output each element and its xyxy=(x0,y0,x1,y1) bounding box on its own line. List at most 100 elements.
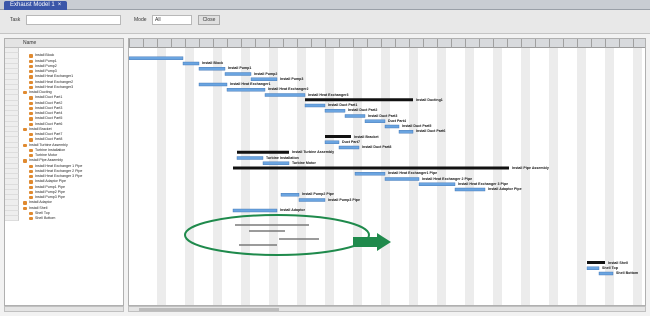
task-bar[interactable] xyxy=(226,88,266,92)
tree-header: Name xyxy=(5,39,123,48)
task-tree: Name Install Block Install Pump1 Install P… xyxy=(4,38,124,306)
task-icon xyxy=(23,91,27,95)
bar-label: Install Pump3 xyxy=(280,76,304,81)
summary-bar[interactable] xyxy=(305,98,413,102)
bar-label: Install Shell xyxy=(608,260,628,265)
bar-label: Install Duct Part6 xyxy=(416,129,446,134)
task-bar[interactable] xyxy=(236,156,264,160)
bar-label: Install Pump1 xyxy=(228,66,252,71)
task-icon xyxy=(29,175,33,179)
task-icon xyxy=(29,169,33,174)
bar-label: Turbine Motor xyxy=(292,160,316,165)
bar-label: Install Ducting1 xyxy=(416,97,443,102)
task-bar[interactable] xyxy=(198,67,226,71)
bar-label: Install Duct Part5 xyxy=(402,124,432,128)
task-bar[interactable] xyxy=(354,172,386,176)
task-icon xyxy=(29,164,33,168)
row-number-cell xyxy=(5,216,19,222)
summary-bar[interactable] xyxy=(233,166,509,170)
close-icon[interactable]: × xyxy=(58,2,62,8)
task-bar[interactable] xyxy=(182,61,200,66)
bar-label: Install Adaptor xyxy=(280,208,306,212)
task-icon xyxy=(23,206,27,210)
tree-row-label: Shell Bottom xyxy=(35,216,56,220)
task-icon xyxy=(29,154,33,158)
task-bar[interactable] xyxy=(364,119,386,123)
bar-label: Shell Top xyxy=(602,265,618,270)
task-icon xyxy=(29,64,33,69)
gantt-scrollbar[interactable] xyxy=(128,306,646,312)
task-icon xyxy=(29,106,33,111)
task-bar[interactable] xyxy=(250,77,278,81)
task-bar[interactable] xyxy=(298,198,326,202)
task-icon xyxy=(29,117,33,121)
task-bar[interactable] xyxy=(338,145,360,150)
task-bar[interactable] xyxy=(232,208,278,213)
task-bar[interactable] xyxy=(264,93,306,97)
task-bar[interactable] xyxy=(198,82,228,87)
tree-scrollbar[interactable] xyxy=(4,306,124,312)
task-bar[interactable] xyxy=(344,114,366,118)
task-icon xyxy=(29,133,33,137)
task-bar[interactable] xyxy=(598,271,614,276)
task-icon xyxy=(23,201,27,205)
task-icon xyxy=(29,59,33,63)
bar-label: Install Heat Exchanger 3 Pipe xyxy=(458,181,509,186)
task-bar[interactable] xyxy=(280,193,300,197)
tree-body: Install Block Install Pump1 Install Pump2 I… xyxy=(5,48,123,222)
task-bar[interactable] xyxy=(262,161,290,165)
mode-select[interactable]: All xyxy=(152,15,192,25)
task-icon xyxy=(29,185,33,189)
task-bar[interactable] xyxy=(324,140,340,144)
task-bar[interactable] xyxy=(324,109,346,113)
close-button[interactable]: Close xyxy=(198,15,220,25)
bar-label: Install Turbine Assembly xyxy=(292,150,335,155)
bar-label: Install Pump3 Pipe xyxy=(328,197,360,202)
task-bar[interactable] xyxy=(454,187,486,192)
task-bar[interactable] xyxy=(418,182,456,186)
task-bar[interactable] xyxy=(129,56,184,60)
bar-label: Install Duct Part1 xyxy=(328,103,358,107)
task-icon xyxy=(29,138,33,142)
bar-label: Install Bracket xyxy=(354,134,379,139)
highlight-ellipse xyxy=(184,214,370,256)
bar-label: Install Duct Part3 xyxy=(368,113,398,118)
task-icon xyxy=(29,96,33,100)
task-bar[interactable] xyxy=(224,72,252,76)
bar-label: Install Duct Part2 xyxy=(348,108,378,113)
bar-label: Install Heat Exchanger1 Pipe xyxy=(388,171,438,176)
move-arrow xyxy=(353,233,391,251)
summary-bar[interactable] xyxy=(237,150,289,154)
bar-label: Install Duct Part8 xyxy=(362,145,392,149)
bar-label: Turbine Installation xyxy=(266,155,299,160)
gantt-chart: Install Block Install Pump1 Install Pump2 I… xyxy=(128,38,646,306)
task-icon xyxy=(29,80,33,84)
document-tab-bar: Exhaust Model 1 × xyxy=(0,0,650,10)
task-icon xyxy=(29,85,33,90)
application-window: Exhaust Model 1 × Task Mode All Close Nam… xyxy=(0,0,650,316)
tree-row[interactable]: Shell Bottom xyxy=(5,216,123,222)
bar-label: Install Pipe Assembly xyxy=(512,166,549,170)
task-bar[interactable] xyxy=(384,124,400,129)
task-bar[interactable] xyxy=(398,130,414,134)
bar-label: Duct Part7 xyxy=(342,139,360,144)
summary-bar[interactable] xyxy=(325,135,351,138)
scroll-thumb[interactable] xyxy=(139,308,279,311)
task-icon xyxy=(23,127,27,132)
task-field[interactable] xyxy=(26,15,121,25)
bar-label: Install Heat Exchanger2 xyxy=(268,87,309,92)
task-icon xyxy=(29,70,33,74)
task-icon xyxy=(29,196,33,200)
task-bar[interactable] xyxy=(586,266,600,270)
tab-title: Exhaust Model 1 xyxy=(10,2,55,8)
task-bar[interactable] xyxy=(304,103,326,108)
bar-label: Install Heat Exchanger 2 Pipe xyxy=(422,176,473,181)
tab-exhaust-model[interactable]: Exhaust Model 1 × xyxy=(4,1,68,10)
summary-bar[interactable] xyxy=(587,261,605,264)
mode-label: Mode xyxy=(134,17,147,23)
bar-label: Install Heat Exchanger3 xyxy=(308,92,349,97)
bar-label: Install Heat Exchanger1 xyxy=(230,82,271,86)
task-label: Task xyxy=(10,17,21,23)
task-icon xyxy=(29,101,33,105)
task-bar[interactable] xyxy=(384,177,420,181)
